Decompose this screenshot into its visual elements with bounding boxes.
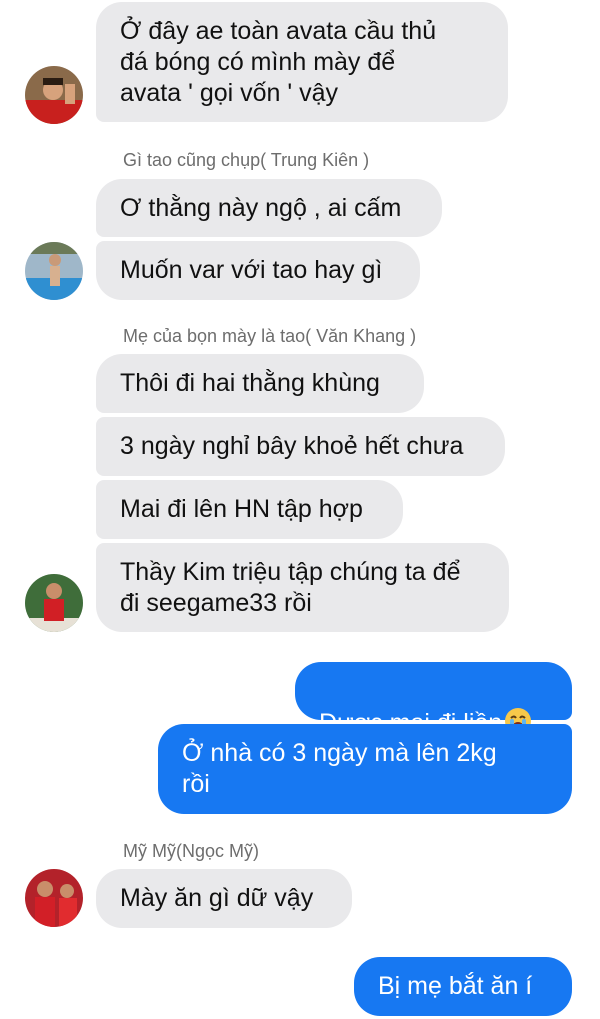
sender-name: Mẹ của bọn mày là tao( Văn Khang ) <box>123 326 417 346</box>
avatar-photo-4 <box>25 869 83 927</box>
incoming-message-bubble[interactable]: Mai đi lên HN tập hợp <box>96 480 403 539</box>
incoming-message-bubble[interactable]: Muốn var với tao hay gì <box>96 241 420 300</box>
outgoing-message-bubble[interactable]: Được mai đi liền <box>295 662 572 737</box>
avatar-photo-2 <box>25 242 83 300</box>
outgoing-message-bubble[interactable]: Ở nhà có 3 ngày mà lên 2kg rồi <box>158 724 572 814</box>
avatar[interactable] <box>25 869 83 927</box>
incoming-message-bubble[interactable]: Ở đây ae toàn avata cầu thủ đá bóng có m… <box>96 2 508 122</box>
incoming-message-bubble[interactable]: Mày ăn gì dữ vậy <box>96 869 352 928</box>
incoming-message-bubble[interactable]: Ơ thằng này ngộ , ai cấm <box>96 179 442 237</box>
avatar-photo-1 <box>25 66 83 124</box>
avatar[interactable] <box>25 66 83 124</box>
sender-name: Gì tao cũng chụp( Trung Kiên ) <box>123 150 370 170</box>
avatar[interactable] <box>25 574 83 632</box>
avatar-photo-3 <box>25 574 83 632</box>
avatar[interactable] <box>25 242 83 300</box>
outgoing-message-bubble[interactable]: Bị mẹ bắt ăn í <box>354 957 572 1016</box>
incoming-message-bubble[interactable]: Thôi đi hai thằng khùng <box>96 354 424 413</box>
sender-name: Mỹ Mỹ(Ngọc Mỹ) <box>123 841 259 861</box>
incoming-message-bubble[interactable]: Thầy Kim triệu tập chúng ta để đi seegam… <box>96 543 509 632</box>
incoming-message-bubble[interactable]: 3 ngày nghỉ bây khoẻ hết chưa <box>96 417 505 476</box>
